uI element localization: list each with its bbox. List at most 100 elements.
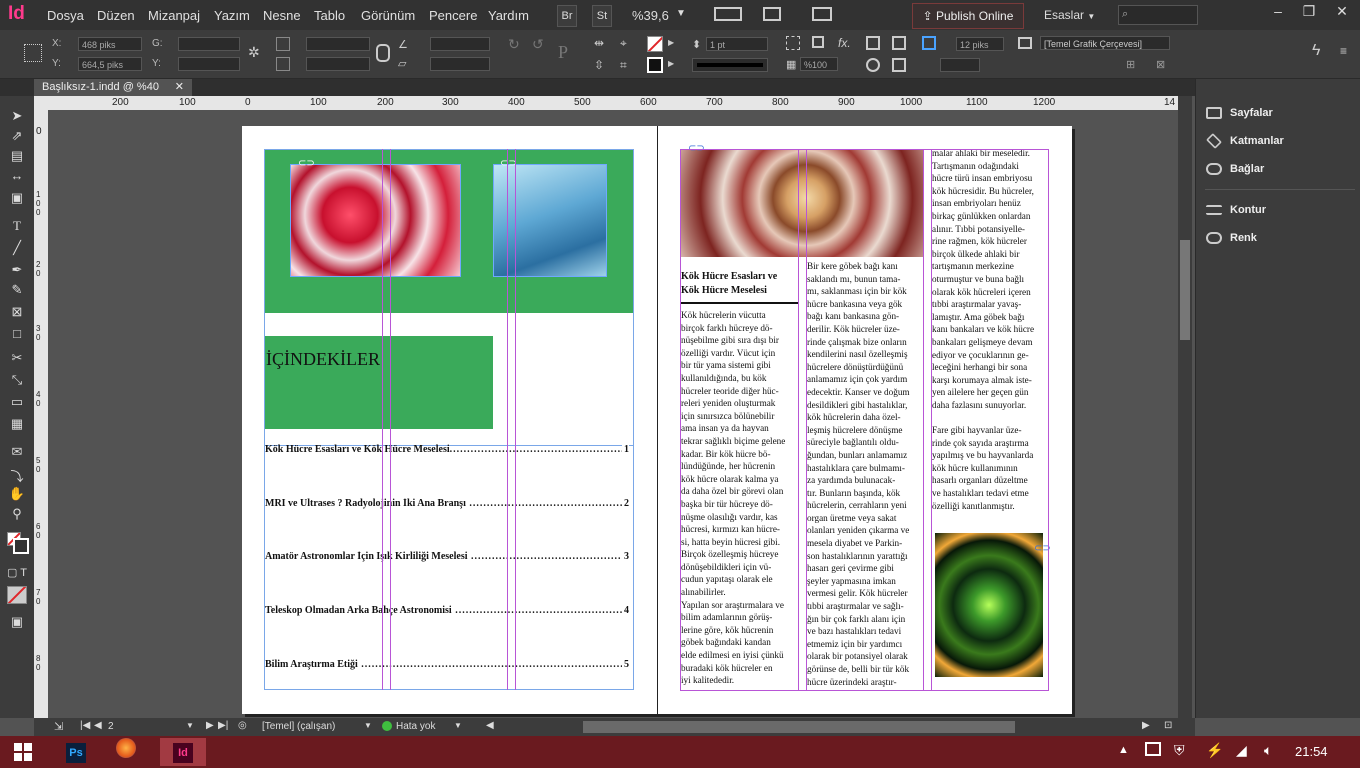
panel-color[interactable]: Renk <box>1206 227 1257 249</box>
menu-layout[interactable]: Mizanpaj <box>148 8 200 23</box>
task-view-icon[interactable] <box>1145 742 1161 756</box>
rotation-field[interactable] <box>430 37 490 51</box>
opacity-field[interactable]: %100 <box>800 57 838 71</box>
menu-type[interactable]: Yazım <box>214 8 250 23</box>
minimize-button[interactable]: – <box>1262 3 1294 23</box>
panel-stroke[interactable]: Kontur <box>1206 199 1266 221</box>
toc-text-frame[interactable] <box>264 445 634 690</box>
toc-entry[interactable]: Teleskop Olmadan Arka Bahçe Astronomisi … <box>265 605 629 616</box>
next-page-icon[interactable]: ▶ <box>206 720 214 731</box>
restore-button[interactable]: ❐ <box>1293 3 1325 23</box>
effects-icon[interactable]: fx. <box>838 36 851 50</box>
formatting-container-icon[interactable]: ▢ T <box>7 566 27 579</box>
fill-none-icon[interactable] <box>647 36 663 52</box>
scissors-tool-icon[interactable]: ✂ <box>7 350 27 368</box>
chevron-right-icon[interactable]: ▶ <box>668 59 674 68</box>
note-tool-icon[interactable]: ✉ <box>7 444 27 462</box>
toc-entry[interactable]: Bilim Araştırma Etiği ..................… <box>265 659 629 670</box>
free-transform-tool-icon[interactable]: ⤡ <box>7 372 27 390</box>
scroll-right-icon[interactable]: ▶ <box>1142 720 1150 731</box>
show-hidden-icons[interactable]: ▲ <box>1118 744 1129 756</box>
open-page-icon[interactable]: ⇲ <box>54 720 63 733</box>
close-icon[interactable]: ✕ <box>175 79 184 96</box>
x-position-field[interactable]: 468 piks <box>78 37 142 51</box>
width-field[interactable] <box>178 37 240 51</box>
reference-point-icon[interactable] <box>24 44 42 62</box>
stem-cell-image[interactable] <box>680 150 923 257</box>
content-collector-icon[interactable]: ▣ <box>7 190 27 208</box>
first-page-icon[interactable]: |◀ <box>80 720 90 731</box>
vertical-scroll-thumb[interactable] <box>1180 240 1190 340</box>
preflight-profile-icon[interactable]: ◎ <box>238 720 247 731</box>
workspace-switcher[interactable]: Esaslar ▼ <box>1044 8 1095 22</box>
stroke-color-icon[interactable] <box>647 57 663 73</box>
stroke-swatch-icon[interactable] <box>13 538 29 554</box>
line-tool-icon[interactable]: ╱ <box>7 240 27 258</box>
stock-button[interactable]: St <box>592 5 612 27</box>
article-column-3[interactable]: malar ahlaki bir meseledir. Tartışmanın … <box>932 147 1050 517</box>
select-container-icon[interactable]: ⌖ <box>620 36 627 51</box>
gear-icon[interactable]: ✲ <box>248 44 260 61</box>
link-icon[interactable]: ⊂⊃ <box>298 158 315 169</box>
vertical-ruler[interactable]: 0 1 0 0 2 0 3 0 4 0 5 0 6 0 7 0 8 0 <box>34 110 49 718</box>
view-options-icon[interactable] <box>714 7 742 21</box>
stroke-weight-stepper[interactable]: ⬍ <box>692 38 701 51</box>
network-error-icon[interactable]: ⚡ <box>1206 742 1223 759</box>
size-field[interactable]: 12 piks <box>956 37 1004 51</box>
close-window-button[interactable]: ✕ <box>1326 3 1358 23</box>
panel-pages[interactable]: Sayfalar <box>1206 102 1273 124</box>
article-column-1[interactable]: Kök hücrelerin vücutta birçok farklı hüc… <box>681 309 801 691</box>
lab-petri-dish-image[interactable] <box>290 164 461 277</box>
panel-links[interactable]: Bağlar <box>1206 158 1264 180</box>
drop-shadow-icon[interactable] <box>812 36 824 48</box>
wifi-icon[interactable]: ◢ <box>1236 742 1247 759</box>
scale-x-field[interactable] <box>306 37 370 51</box>
shield-icon[interactable]: ⛨ <box>1174 742 1185 759</box>
frame-fitting-icon[interactable]: ⊠ <box>1156 58 1165 71</box>
system-clock[interactable]: 21:54 <box>1295 744 1328 759</box>
master-label[interactable]: [Temel] (çalışan) <box>262 721 335 732</box>
bridge-button[interactable]: Br <box>557 5 577 27</box>
constrain-proportions-icon[interactable] <box>376 44 390 62</box>
lightning-icon[interactable]: ϟ <box>1312 42 1320 60</box>
taskbar-photoshop[interactable]: Ps <box>56 738 96 766</box>
select-content-icon[interactable]: ⌗ <box>620 58 627 73</box>
scroll-left-icon[interactable]: ◀ <box>486 720 494 731</box>
flip-horizontal-icon[interactable]: ⇹ <box>594 36 604 50</box>
previous-page-icon[interactable]: ◀ <box>94 720 102 731</box>
stroke-weight-field[interactable]: 1 pt <box>706 37 768 51</box>
scale-y-field[interactable] <box>306 57 370 71</box>
horizontal-scroll-thumb[interactable] <box>583 721 1015 733</box>
fitting-icon[interactable] <box>922 36 936 50</box>
gradient-feather-tool-icon[interactable]: ▦ <box>7 416 27 434</box>
corner-options-icon[interactable] <box>786 36 800 50</box>
y-position-field[interactable]: 664,5 piks <box>78 57 142 71</box>
resize-icon[interactable]: ⊡ <box>1164 720 1172 731</box>
screen-mode-icon[interactable]: ▣ <box>7 614 27 632</box>
toc-entry[interactable]: Kök Hücre Esasları ve Kök Hücre Meselesi… <box>265 444 629 455</box>
article-column-2[interactable]: Bir kere göbek bağı kanı saklandı mı, bu… <box>807 260 925 690</box>
menu-view[interactable]: Görünüm <box>361 8 415 23</box>
stroke-type-select[interactable] <box>692 58 768 72</box>
flip-vertical-icon[interactable]: ⇳ <box>594 58 604 72</box>
jump-object-icon[interactable] <box>892 58 906 72</box>
apply-none-icon[interactable] <box>7 586 27 604</box>
zoom-level[interactable]: %39,6 <box>632 8 669 23</box>
wrap-shape-icon[interactable] <box>866 58 880 72</box>
pen-tool-icon[interactable]: ✒ <box>7 262 27 280</box>
chevron-down-icon[interactable]: ▼ <box>454 721 462 730</box>
selection-tool-icon[interactable]: ➤ <box>7 108 27 126</box>
rectangle-frame-tool-icon[interactable]: ⊠ <box>7 304 27 322</box>
align-select[interactable] <box>940 58 980 72</box>
vertical-scrollbar[interactable] <box>1178 96 1192 718</box>
zoom-tool-icon[interactable]: ⚲ <box>7 506 27 524</box>
height-field[interactable] <box>178 57 240 71</box>
neuron-image[interactable] <box>935 533 1043 677</box>
rotate-ccw-icon[interactable]: ↺ <box>532 36 544 53</box>
document-tab[interactable]: Başlıksız-1.indd @ %40 ✕ <box>34 79 192 96</box>
text-wrap-icon[interactable] <box>866 36 880 50</box>
toc-entry[interactable]: MRI ve Ultrases ? Radyolojinin İki Ana B… <box>265 498 629 509</box>
object-style-select[interactable]: [Temel Grafik Çerçevesi] <box>1040 36 1170 50</box>
rectangle-tool-icon[interactable]: □ <box>7 326 27 344</box>
chevron-down-icon[interactable]: ▼ <box>364 721 372 730</box>
